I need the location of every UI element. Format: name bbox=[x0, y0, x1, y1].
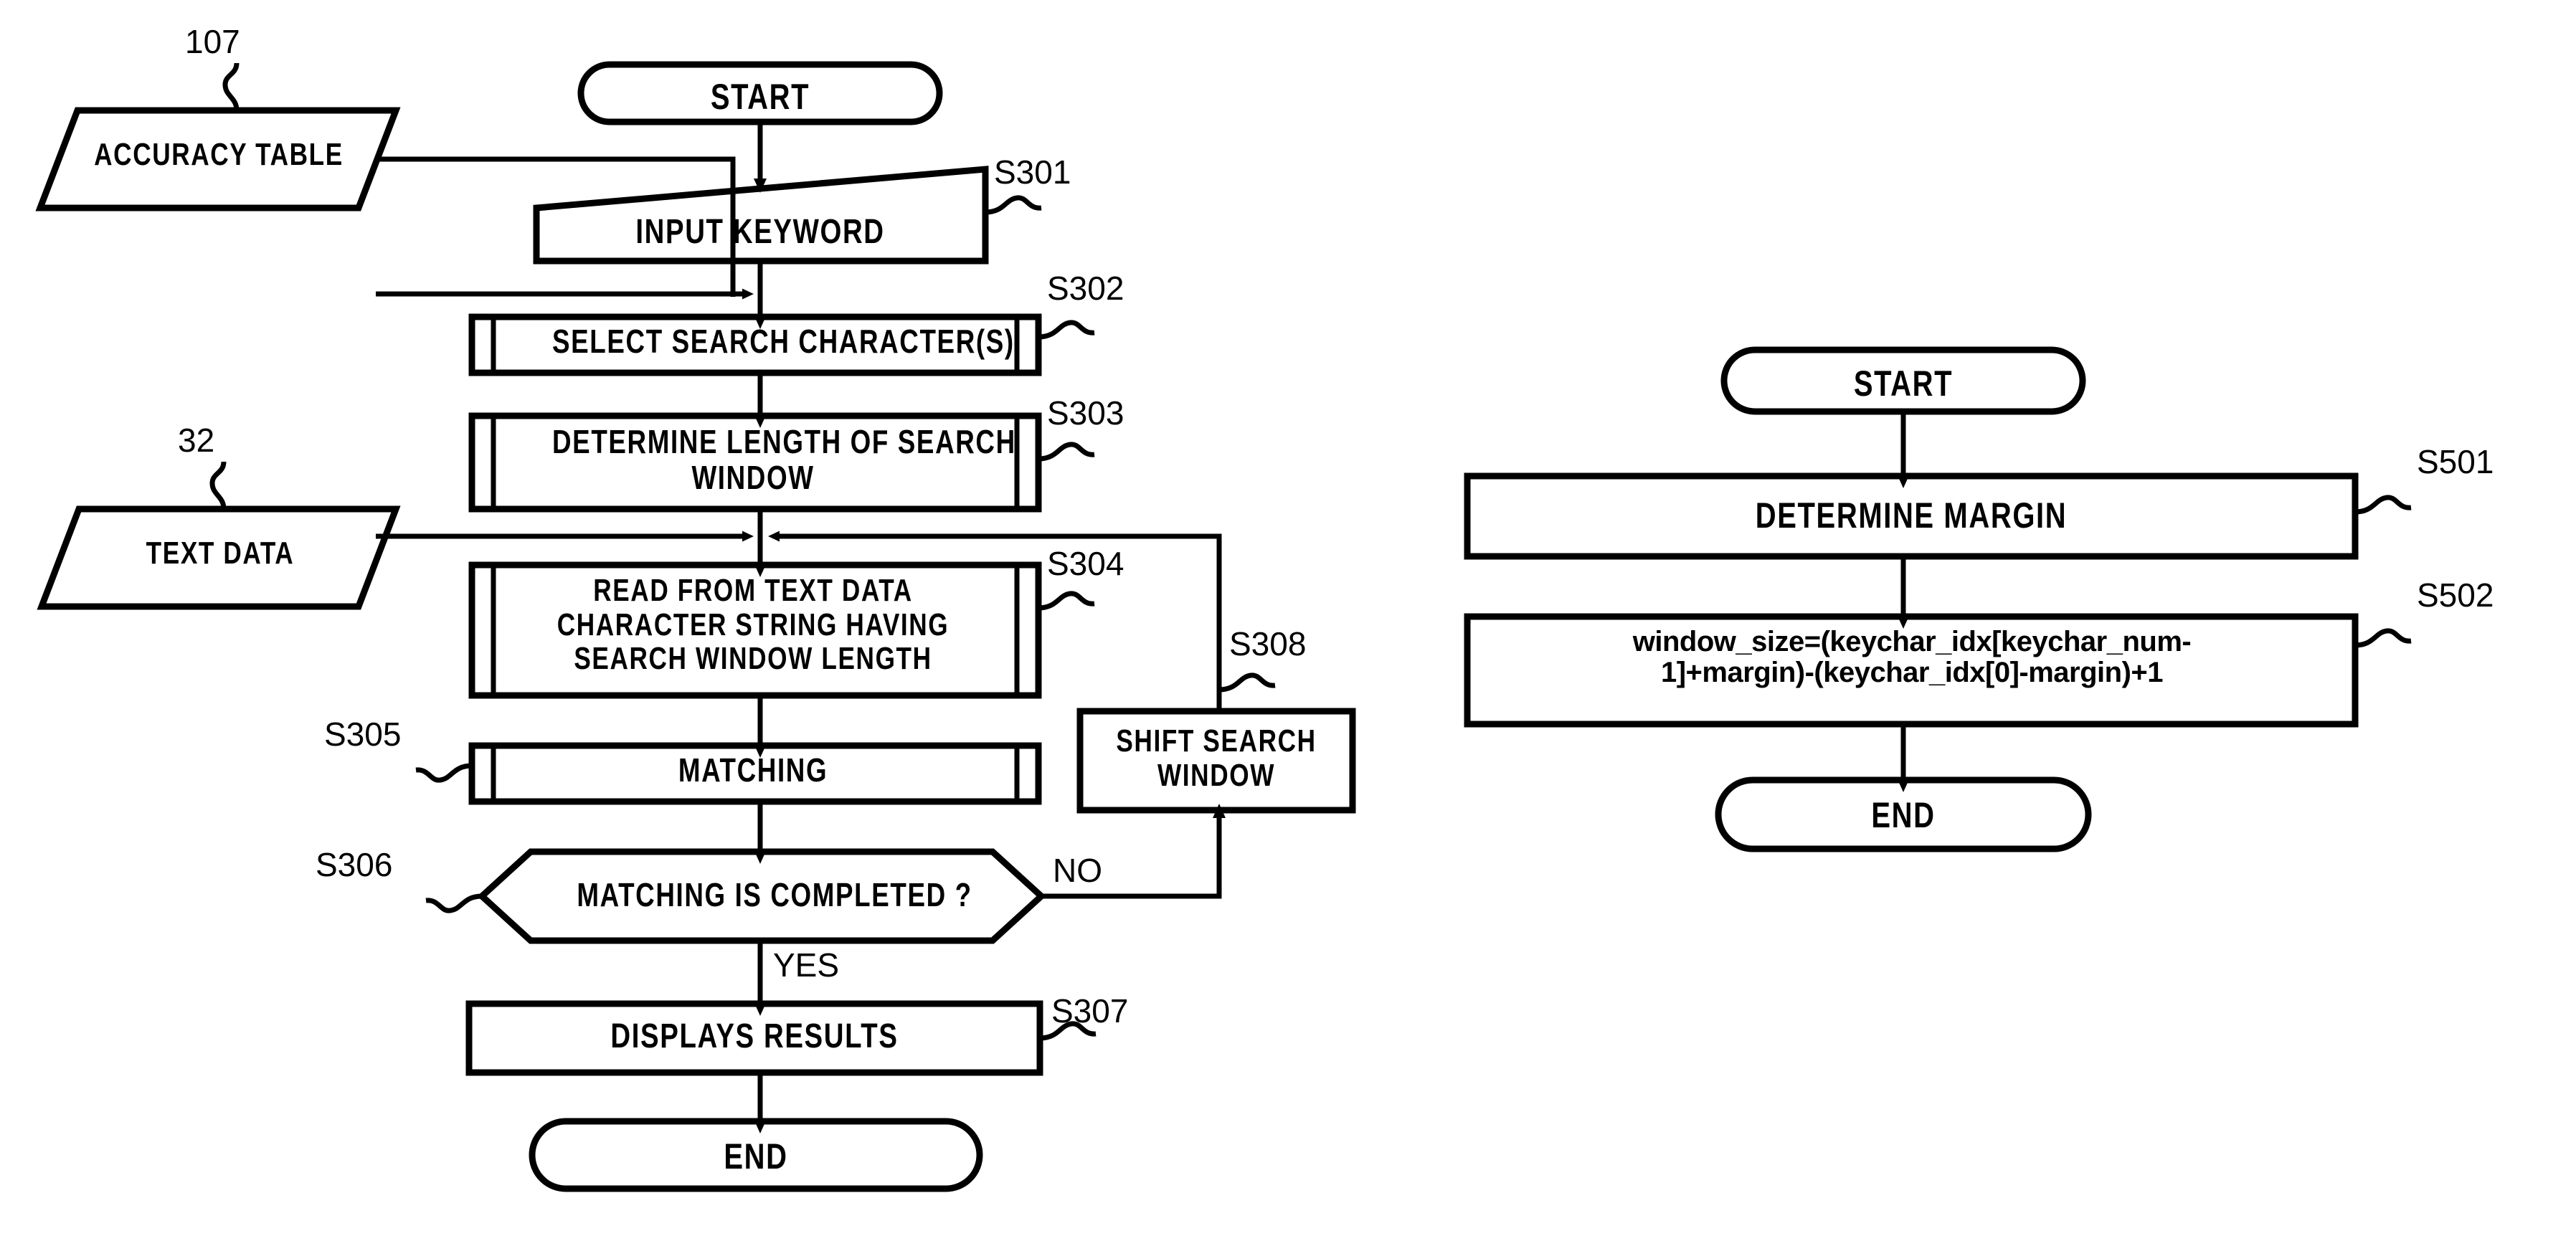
right-s501-shape bbox=[1464, 472, 2359, 560]
left-s302-shape bbox=[468, 313, 1042, 376]
left-s306-shape bbox=[477, 848, 1046, 944]
right-end-shape bbox=[1715, 776, 2092, 852]
flowchart-vector-layer bbox=[35, 61, 2412, 1192]
accuracy-table-shape bbox=[35, 107, 401, 211]
figure-canvas: START INPUT KEYWORD S301 SELECT SEARCH C… bbox=[0, 0, 2576, 1236]
left-s305-shape bbox=[468, 742, 1042, 805]
text-data-shape bbox=[37, 505, 401, 610]
left-s301-shape bbox=[533, 166, 989, 265]
left-s303-shape bbox=[468, 412, 1042, 513]
left-start-shape bbox=[577, 61, 943, 125]
left-end-shape bbox=[529, 1118, 983, 1192]
left-s304-shape bbox=[468, 561, 1042, 699]
left-s308-shape bbox=[1076, 708, 1356, 814]
right-s502-shape bbox=[1464, 613, 2359, 728]
right-start-shape bbox=[1720, 346, 2086, 415]
left-s307-shape bbox=[465, 1000, 1043, 1076]
